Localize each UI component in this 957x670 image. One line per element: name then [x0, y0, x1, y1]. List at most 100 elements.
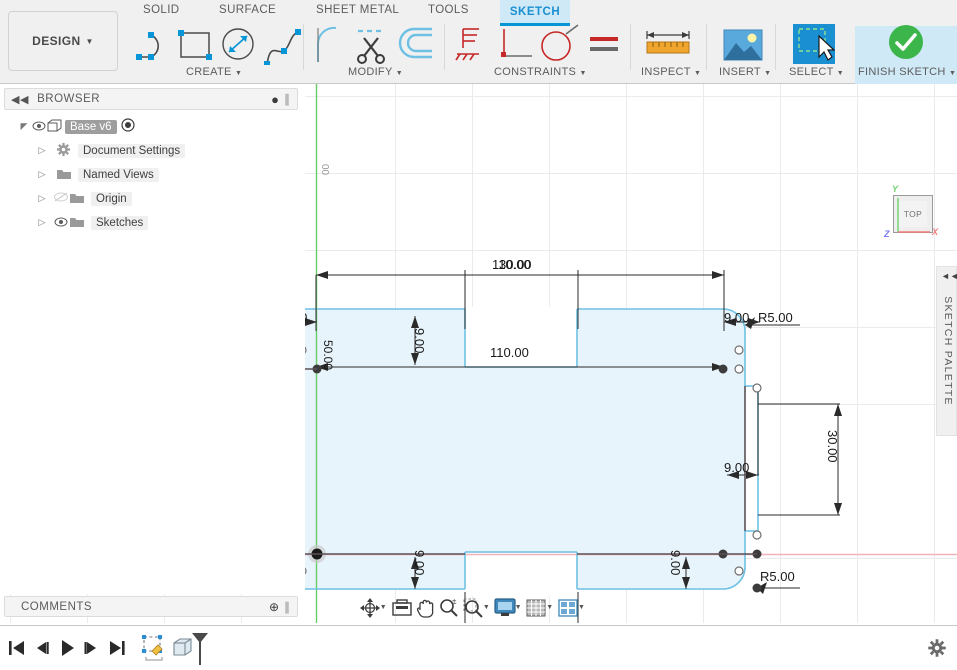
- dim-110-top[interactable]: 110.00: [492, 257, 531, 272]
- select-window-icon[interactable]: [793, 24, 835, 64]
- dim-9-bot-mid[interactable]: 9.00: [412, 550, 427, 575]
- measure-icon[interactable]: [645, 30, 693, 62]
- pan-icon[interactable]: [414, 596, 438, 620]
- grid-snaps-icon[interactable]: [525, 596, 549, 620]
- browser-grip-icon[interactable]: ∥: [284, 92, 290, 106]
- comments-panel[interactable]: COMMENTS ⊕ ∥: [4, 596, 298, 617]
- jump-to-end-icon[interactable]: [106, 638, 128, 658]
- circle-icon[interactable]: [218, 25, 258, 65]
- navigation-bar[interactable]: ▼ ± ▼ ▼ ▼ ▼: [358, 595, 588, 620]
- zoom-icon[interactable]: ±: [437, 596, 461, 620]
- chevron-down-icon: ▼: [579, 70, 587, 77]
- step-back-icon[interactable]: [31, 638, 53, 658]
- chevron-down-icon[interactable]: ▼: [483, 604, 490, 611]
- group-label-insert[interactable]: INSERT ▼: [719, 66, 771, 78]
- display-settings-icon[interactable]: [493, 596, 517, 620]
- dim-9-top-mid[interactable]: 9.00: [412, 328, 427, 353]
- activate-component-radio-icon[interactable]: [120, 118, 135, 135]
- horizontal-vertical-constraint-icon[interactable]: [453, 26, 489, 64]
- group-label-select[interactable]: SELECT ▼: [789, 66, 844, 78]
- visibility-eye-icon[interactable]: [30, 120, 47, 134]
- dim-50-inner[interactable]: 50.00: [321, 340, 335, 370]
- browser-collapse-icon[interactable]: ◀◀: [11, 93, 29, 106]
- dim-110-main[interactable]: 110.00: [490, 345, 529, 360]
- browser-item-document-settings[interactable]: ▷ Document Settings: [36, 141, 186, 160]
- offset-icon[interactable]: [398, 26, 440, 64]
- fillet-icon[interactable]: [312, 26, 350, 64]
- browser-item-label-origin[interactable]: Origin: [91, 191, 132, 206]
- chevron-down-icon[interactable]: ▼: [578, 604, 585, 611]
- timeline-marker-icon[interactable]: [190, 632, 210, 666]
- orbit-icon[interactable]: [358, 596, 382, 620]
- comments-title: COMMENTS: [21, 600, 93, 613]
- browser-options-icon[interactable]: ●: [271, 92, 279, 107]
- browser-item-base[interactable]: ◤ Base v6: [18, 117, 135, 136]
- ribbon-toolbar[interactable]: DESIGN ▼ SOLID SURFACE SHEET METAL TOOLS…: [0, 0, 957, 84]
- trim-icon[interactable]: [352, 24, 392, 66]
- line-icon[interactable]: [135, 27, 177, 63]
- tab-sketch[interactable]: SKETCH: [500, 0, 570, 26]
- expand-arrow-icon[interactable]: ▷: [36, 193, 48, 204]
- expand-arrow-icon[interactable]: ▷: [36, 169, 48, 180]
- ribbon-divider: [303, 24, 304, 70]
- group-label-inspect[interactable]: INSPECT ▼: [641, 66, 701, 78]
- browser-item-sketches[interactable]: ▷ Sketches: [36, 213, 149, 232]
- expand-arrow-icon[interactable]: ▷: [36, 145, 48, 156]
- insert-image-icon[interactable]: [722, 28, 764, 64]
- workspace-switcher[interactable]: DESIGN ▼: [8, 11, 118, 71]
- axis-triad: [897, 198, 930, 233]
- dim-r5-top-right[interactable]: R5.00: [758, 310, 793, 325]
- settings-gear-icon[interactable]: [927, 638, 947, 661]
- svg-text:±: ±: [452, 598, 457, 606]
- browser-item-label-document-settings[interactable]: Document Settings: [78, 143, 186, 158]
- browser-panel[interactable]: ◀◀ BROWSER ● ∥ ◤ Base v6 ▷ Document Sett…: [0, 84, 305, 594]
- viewports-icon[interactable]: [556, 596, 580, 620]
- jump-to-beginning-icon[interactable]: [6, 638, 28, 658]
- expand-arrow-icon[interactable]: ▷: [36, 217, 48, 228]
- tab-sheet-metal[interactable]: SHEET METAL: [316, 4, 399, 16]
- group-label-constraints[interactable]: CONSTRAINTS ▼: [494, 66, 587, 78]
- visibility-eye-hidden-icon[interactable]: [52, 191, 69, 206]
- tangent-constraint-icon[interactable]: [540, 24, 582, 66]
- dim-r5-bot-right[interactable]: R5.00: [760, 569, 795, 584]
- timeline-bar[interactable]: [0, 625, 957, 670]
- group-label-modify[interactable]: MODIFY ▼: [348, 66, 403, 78]
- browser-item-label-sketches[interactable]: Sketches: [91, 215, 149, 230]
- group-label-create[interactable]: CREATE ▼: [186, 66, 242, 78]
- dim-9-top-right[interactable]: 9.00: [724, 310, 749, 325]
- rectangle-icon[interactable]: [176, 27, 218, 63]
- browser-item-named-views[interactable]: ▷ Named Views: [36, 165, 159, 184]
- sketch-palette-panel[interactable]: ◄◄ SKETCH PALETTE: [936, 266, 957, 436]
- zoom-window-icon[interactable]: [461, 596, 485, 620]
- sketch-feature-icon[interactable]: [140, 634, 168, 664]
- chevron-down-icon[interactable]: ▼: [515, 604, 522, 611]
- equal-constraint-icon[interactable]: [588, 34, 622, 56]
- dim-30-right[interactable]: 30.00: [825, 430, 840, 463]
- group-label-finish-sketch[interactable]: FINISH SKETCH ▼: [858, 66, 956, 78]
- profile-body-mid: [283, 384, 745, 534]
- dim-30-bottom[interactable]: 30.00: [495, 622, 528, 623]
- play-icon[interactable]: [56, 638, 78, 658]
- chevron-down-icon: ▼: [234, 70, 243, 77]
- chevron-down-icon[interactable]: ▼: [546, 604, 553, 611]
- perpendicular-constraint-icon[interactable]: [498, 26, 538, 64]
- spline-icon[interactable]: [262, 25, 304, 65]
- dim-9-right-lower[interactable]: 9.00: [724, 460, 749, 475]
- look-at-icon[interactable]: [390, 596, 414, 620]
- step-forward-icon[interactable]: [81, 638, 103, 658]
- tab-tools[interactable]: TOOLS: [428, 4, 469, 16]
- browser-item-label-named-views[interactable]: Named Views: [78, 167, 159, 182]
- browser-item-label-base[interactable]: Base v6: [65, 119, 117, 134]
- add-comment-icon[interactable]: ⊕: [269, 600, 279, 614]
- browser-header[interactable]: ◀◀ BROWSER ● ∥: [4, 88, 298, 110]
- comments-grip-icon[interactable]: ∥: [284, 600, 290, 614]
- tab-solid[interactable]: SOLID: [143, 4, 180, 16]
- dim-9-bot-right[interactable]: 9.00: [668, 550, 683, 575]
- visibility-eye-icon[interactable]: [52, 216, 69, 230]
- browser-item-origin[interactable]: ▷ Origin: [36, 189, 132, 208]
- chevron-down-icon[interactable]: ▼: [380, 604, 387, 611]
- finish-sketch-check-icon[interactable]: [888, 24, 924, 60]
- folder-icon: [69, 191, 87, 207]
- tab-surface[interactable]: SURFACE: [219, 4, 276, 16]
- expand-arrow-icon[interactable]: ◤: [18, 121, 30, 132]
